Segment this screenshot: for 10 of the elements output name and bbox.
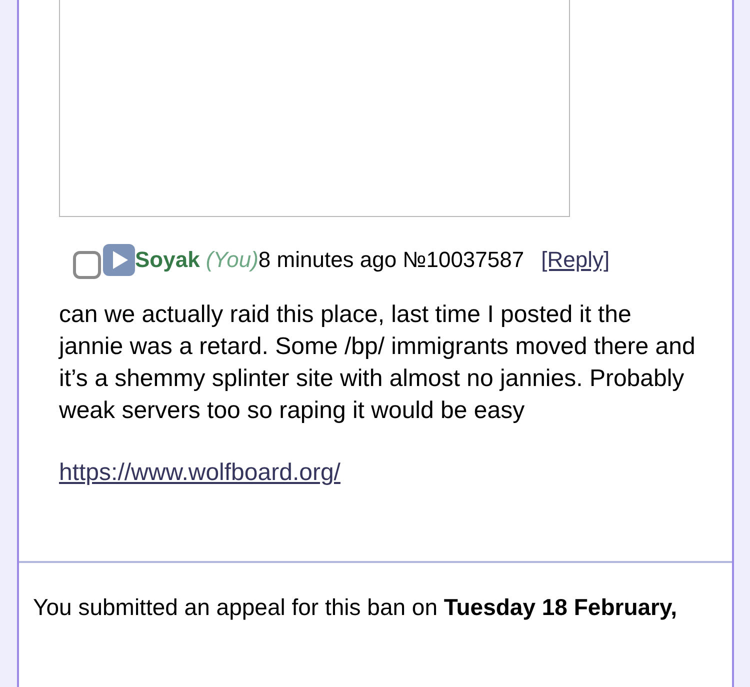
post-time: 8 minutes ago (258, 247, 397, 273)
play-icon (103, 244, 135, 276)
reply-link[interactable]: [Reply] (541, 247, 610, 273)
poster-name: Soyak (135, 247, 200, 273)
post-link[interactable]: https://www.wolfboard.org/ (59, 459, 340, 487)
you-label: (You) (206, 247, 258, 273)
checkbox[interactable] (73, 251, 101, 279)
post-number: №10037587 (402, 247, 524, 273)
appeal-text: You submitted an appeal for this ban on Tuesday 18 February, (33, 594, 678, 621)
post-text: can we actually raid this place, last time I posted it the jannie was a retard. Some /bp/ immigrants moved there and it’s a shemmy splinter site with almost no jannies. Probably weak servers too so raping it would be easy (59, 300, 696, 426)
